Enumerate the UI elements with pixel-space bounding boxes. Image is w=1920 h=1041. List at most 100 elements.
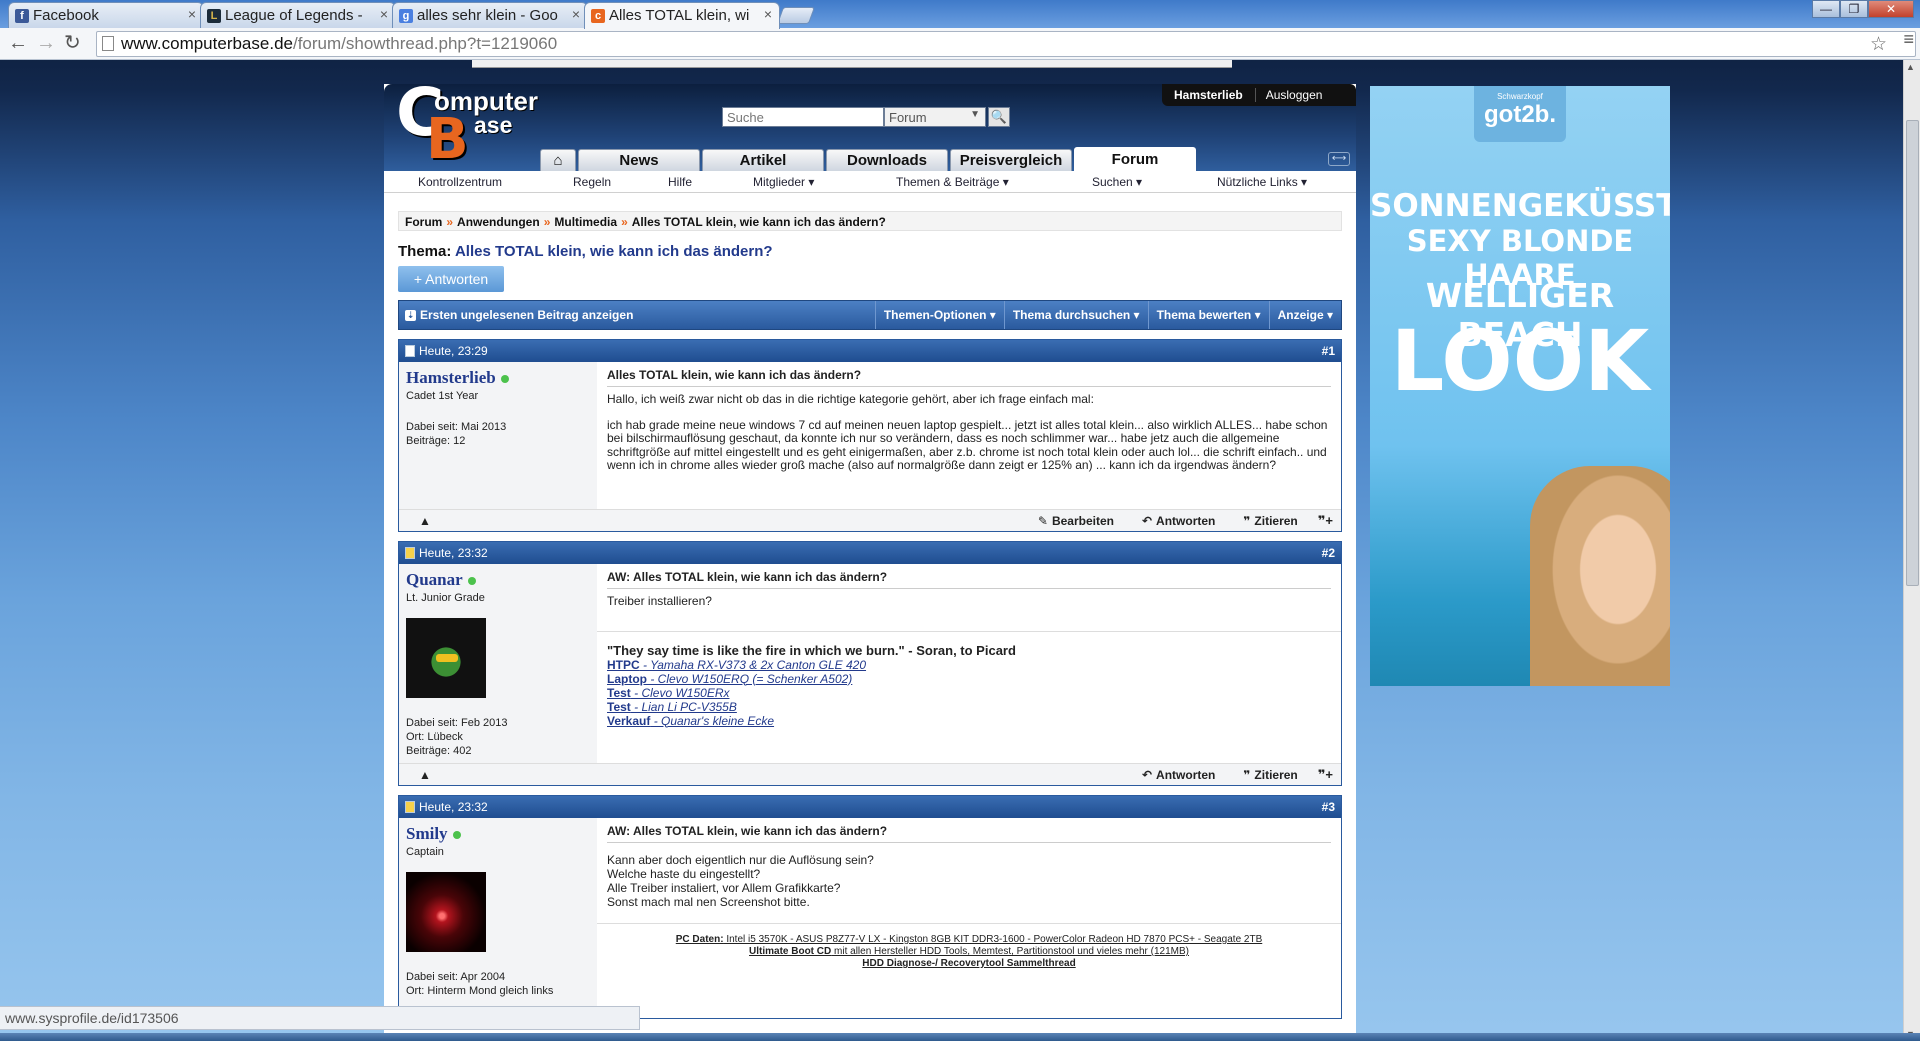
os-taskbar (0, 1033, 1920, 1041)
post-number[interactable]: #2 (1322, 546, 1335, 560)
computerbase-logo[interactable]: C B omputer ase (396, 74, 546, 172)
quote-button[interactable]: ❞ Zitieren (1243, 768, 1297, 782)
thread-title[interactable]: Alles TOTAL klein, wie kann ich das ände… (455, 243, 773, 260)
tab-artikel[interactable]: Artikel (702, 149, 824, 171)
thread-options-menu[interactable]: Themen-Optionen ▾ (874, 301, 1004, 329)
quote-button[interactable]: ❞ Zitieren (1243, 514, 1297, 528)
maximize-button[interactable]: ❐ (1840, 0, 1868, 18)
tab-google[interactable]: g alles sehr klein - Goo × (392, 2, 588, 28)
subnav-regeln[interactable]: Regeln (573, 175, 611, 189)
post-header: Heute, 23:32 #2 (399, 542, 1341, 564)
avatar[interactable] (406, 618, 486, 698)
minimize-button[interactable]: — (1812, 0, 1840, 18)
menu-icon[interactable]: ≡ (1903, 29, 1914, 50)
signature-link-laptop[interactable]: Laptop - Clevo W150ERQ (= Schenker A502) (607, 672, 1331, 686)
post-number[interactable]: #3 (1322, 800, 1335, 814)
display-menu[interactable]: Anzeige ▾ (1268, 301, 1341, 329)
user-info: Smily Captain Dabei seit: Apr 2004 Ort: … (399, 818, 597, 1018)
multiquote-icon[interactable]: ❞+ (1318, 513, 1333, 529)
breadcrumb-multimedia[interactable]: Multimedia (554, 215, 617, 229)
close-window-button[interactable]: ✕ (1868, 0, 1914, 18)
signature-hdd-thread[interactable]: HDD Diagnose-/ Recoverytool Sammelthread (607, 958, 1331, 970)
user-info: Hamsterlieb Cadet 1st Year Dabei seit: M… (399, 362, 597, 509)
user-profile-link[interactable]: Hamsterlieb (1162, 88, 1256, 102)
search-input[interactable]: Suche (722, 107, 884, 127)
tab-downloads[interactable]: Downloads (826, 149, 948, 171)
post-3: Heute, 23:32 #3 Smily Captain Dabei seit… (398, 795, 1342, 1019)
post-header: Heute, 23:29 #1 (399, 340, 1341, 362)
page-scrollbar[interactable]: ▲ ▼ (1903, 60, 1920, 1041)
thread-rate-menu[interactable]: Thema bewerten ▾ (1147, 301, 1269, 329)
thread-label: Thema: (398, 243, 452, 260)
back-icon[interactable]: ← (8, 33, 28, 53)
logout-link[interactable]: Ausloggen (1256, 88, 1333, 102)
first-unread-label: Ersten ungelesenen Beitrag anzeigen (420, 308, 634, 322)
tab-home[interactable]: ⌂ (540, 149, 576, 171)
main-tabs: ⌂ News Artikel Downloads Preisvergleich … (540, 147, 1198, 171)
post-author[interactable]: Quanar (406, 570, 463, 589)
post-author[interactable]: Hamsterlieb (406, 368, 496, 387)
search-button[interactable]: 🔍 (988, 107, 1010, 127)
signature-ubcd[interactable]: Ultimate Boot CD mit allen Hersteller HD… (607, 946, 1331, 958)
scroll-thumb[interactable] (1906, 120, 1919, 586)
subnav-themen-beitraege[interactable]: Themen & Beiträge ▾ (896, 175, 1009, 189)
breadcrumb-anwendungen[interactable]: Anwendungen (457, 215, 540, 229)
signature-link-test-1[interactable]: Test - Clevo W150ERx (607, 686, 1331, 700)
edit-button[interactable]: ✎ Bearbeiten (1038, 514, 1114, 528)
new-tab-button[interactable] (776, 7, 816, 24)
multiquote-icon[interactable]: ❞+ (1318, 767, 1333, 783)
breadcrumb-current: Alles TOTAL klein, wie kann ich das ände… (631, 215, 886, 229)
subnav-hilfe[interactable]: Hilfe (668, 175, 692, 189)
tab-preisvergleich[interactable]: Preisvergleich (950, 149, 1072, 171)
subnav-nuetzliche-links[interactable]: Nützliche Links ▾ (1217, 175, 1307, 189)
post-number[interactable]: #1 (1322, 344, 1335, 358)
expand-width-icon[interactable]: ⟷ (1328, 152, 1350, 166)
search-scope-select[interactable]: Forum ▼ (884, 107, 986, 127)
subnav-kontrollzentrum[interactable]: Kontrollzentrum (418, 175, 502, 189)
link-label: HTPC (607, 657, 640, 672)
breadcrumb: Forum» Anwendungen» Multimedia» Alles TOTAL… (398, 211, 1342, 231)
address-bar[interactable]: www.computerbase.de/forum/showthread.php… (96, 31, 1916, 57)
breadcrumb-separator: » (621, 215, 628, 229)
thread-toolbar: ⇣ Ersten ungelesenen Beitrag anzeigen Th… (398, 300, 1342, 330)
post-author[interactable]: Smily (406, 824, 448, 843)
report-icon[interactable]: ▲ (419, 768, 431, 782)
reply-button[interactable]: + Antworten (398, 266, 504, 292)
tab-facebook[interactable]: f Facebook × (8, 2, 204, 28)
report-icon[interactable]: ▲ (419, 514, 431, 528)
subnav-mitglieder[interactable]: Mitglieder ▾ (753, 175, 814, 189)
subnav-suchen[interactable]: Suchen ▾ (1092, 175, 1142, 189)
tab-computerbase[interactable]: c Alles TOTAL klein, wi × (584, 2, 780, 29)
avatar[interactable] (406, 872, 486, 952)
site-header: C B omputer ase Hamsterlieb Ausloggen Su… (384, 74, 1356, 172)
signature-link-verkauf[interactable]: Verkauf - Quanar's kleine Ecke (607, 714, 1331, 728)
close-tab-icon[interactable]: × (764, 6, 772, 22)
advertisement-banner[interactable]: Schwarzkopf got2b. SONNENGEKÜSSTE SEXY B… (1370, 86, 1670, 686)
sig-label: Ultimate Boot CD (749, 946, 832, 957)
tab-news[interactable]: News (578, 149, 700, 171)
user-rank: Lt. Junior Grade (406, 592, 485, 604)
link-text: - Lian Li PC-V355B (630, 699, 737, 714)
close-tab-icon[interactable]: × (380, 6, 388, 22)
signature-link-htpc[interactable]: HTPC - Yamaha RX-V373 & 2x Canton GLE 42… (607, 658, 1331, 672)
thread-search-menu[interactable]: Thema durchsuchen ▾ (1003, 301, 1148, 329)
user-stats: Dabei seit: Apr 2004 Ort: Hinterm Mond g… (406, 970, 590, 998)
breadcrumb-forum[interactable]: Forum (405, 215, 442, 229)
close-tab-icon[interactable]: × (188, 6, 196, 22)
scroll-up-icon[interactable]: ▲ (1906, 62, 1915, 72)
link-label: Verkauf (607, 713, 651, 728)
first-unread-link[interactable]: ⇣ Ersten ungelesenen Beitrag anzeigen (399, 301, 875, 329)
tab-forum[interactable]: Forum (1074, 147, 1196, 171)
user-stats: Dabei seit: Feb 2013 Ort: Lübeck Beiträg… (406, 716, 590, 758)
signature-pc-daten[interactable]: PC Daten: Intel i5 3570K - ASUS P8Z77-V … (607, 934, 1331, 946)
bookmark-star-icon[interactable]: ☆ (1870, 33, 1887, 56)
signature-link-test-2[interactable]: Test - Lian Li PC-V355B (607, 700, 1331, 714)
link-label: Test (607, 685, 631, 700)
close-tab-icon[interactable]: × (572, 6, 580, 22)
forward-icon[interactable]: → (36, 33, 56, 53)
reply-post-button[interactable]: ↶ Antworten (1142, 514, 1215, 528)
tab-league[interactable]: L League of Legends - × (200, 2, 396, 28)
reply-post-button[interactable]: ↶ Antworten (1142, 768, 1215, 782)
user-info: Quanar Lt. Junior Grade Dabei seit: Feb … (399, 564, 597, 763)
reload-icon[interactable]: ↻ (64, 33, 81, 53)
